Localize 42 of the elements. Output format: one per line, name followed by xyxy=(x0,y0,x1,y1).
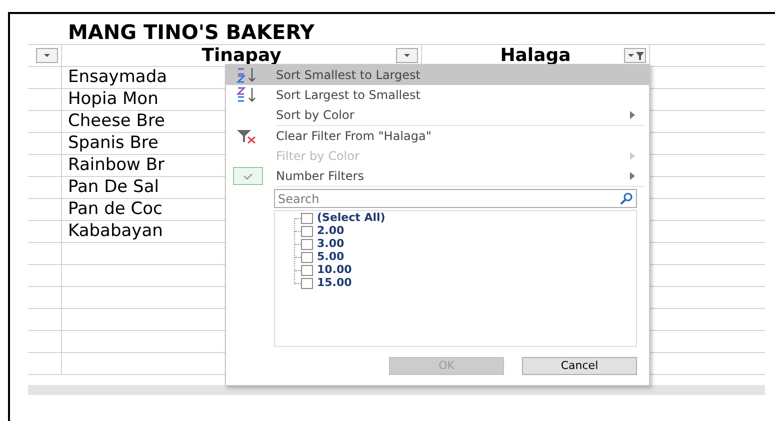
table-cell-text: Kababayan xyxy=(68,220,163,243)
menu-item[interactable]: Sort Largest to Smallest xyxy=(226,85,649,105)
table-cell-text: Pan de Coc xyxy=(68,198,162,221)
check-icon xyxy=(233,167,263,185)
menu-item[interactable]: Number Filters xyxy=(226,166,649,186)
submenu-arrow-icon xyxy=(630,172,635,180)
checkbox-label: 10.00 xyxy=(317,262,352,278)
table-cell-text: Rainbow Br xyxy=(68,154,165,177)
table-cell-text: Cheese Bre xyxy=(68,110,166,133)
caret-icon xyxy=(43,53,51,58)
dropdown-button[interactable] xyxy=(36,48,58,63)
checkbox[interactable] xyxy=(301,265,313,276)
caret-icon xyxy=(626,53,634,58)
column-header: Tinapay xyxy=(202,44,282,68)
table-cell-text: Ensaymada xyxy=(68,66,168,89)
sheet-title: MANG TINO'S BAKERY xyxy=(67,20,316,44)
table-cell-text: Pan De Sal xyxy=(68,176,159,199)
checkbox[interactable] xyxy=(301,252,313,263)
menu-item[interactable]: Clear Filter From "Halaga" xyxy=(226,126,649,146)
checkbox[interactable] xyxy=(301,278,313,289)
search-field[interactable]: Search xyxy=(274,189,637,208)
submenu-arrow-icon xyxy=(630,111,635,119)
checkbox[interactable] xyxy=(301,226,313,237)
column-header: Halaga xyxy=(500,44,571,68)
checkbox-label: 3.00 xyxy=(317,236,344,252)
search-icon xyxy=(619,192,633,205)
table-cell-text: Hopia Mon xyxy=(68,88,158,111)
caret-icon xyxy=(403,53,411,58)
table-cell-text: Spanis Bre xyxy=(68,132,158,155)
checkbox-label: 15.00 xyxy=(317,275,352,292)
submenu-arrow-icon xyxy=(630,152,635,160)
checkbox-label: (Select All) xyxy=(317,210,386,226)
cancel-button[interactable]: Cancel xyxy=(522,357,637,375)
checkbox[interactable] xyxy=(301,239,313,250)
dropdown-button[interactable] xyxy=(396,48,418,63)
checkbox-label: 2.00 xyxy=(317,223,344,238)
menu-item[interactable]: Sort Smallest to Largest xyxy=(226,65,649,85)
funnel-icon xyxy=(636,52,644,60)
checkbox[interactable] xyxy=(301,213,313,224)
checkbox-label: 5.00 xyxy=(317,249,344,264)
filter-button[interactable] xyxy=(624,48,646,63)
menu-item[interactable]: Sort by Color xyxy=(226,105,649,125)
